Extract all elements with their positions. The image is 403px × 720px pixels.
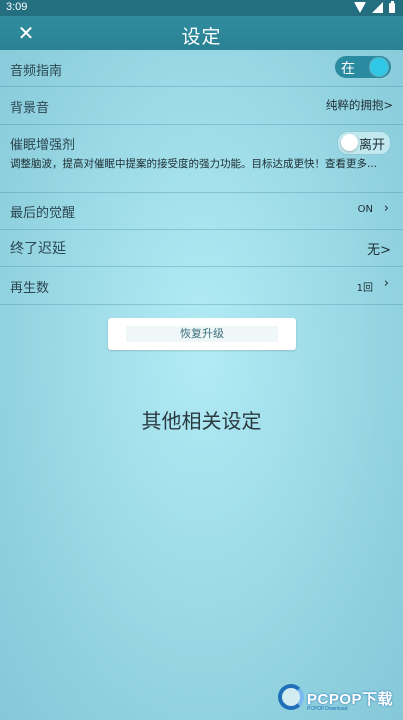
wifi-icon bbox=[354, 2, 366, 13]
other-settings-heading: 其他相关设定 bbox=[141, 409, 262, 433]
restore-upgrade-button[interactable]: 恢复升级 bbox=[108, 318, 296, 350]
toggle-knob bbox=[341, 134, 358, 151]
setting-end-delay[interactable]: 终了迟延 无> bbox=[0, 230, 403, 267]
hypnosis-enhancer-description[interactable]: 调整脑波，提高对催眠中提案的接受度的强力功能。目标达成更快！查看更多... bbox=[10, 156, 377, 171]
playback-count-label: 再生数 bbox=[10, 281, 50, 296]
page-title: 设定 bbox=[181, 26, 222, 48]
status-time: 3:09 bbox=[6, 1, 28, 13]
setting-last-awakening[interactable]: 最后的觉醒 ON › bbox=[0, 193, 403, 230]
app-bar: ✕ 设定 bbox=[0, 16, 403, 50]
audio-guide-label: 音频指南 bbox=[10, 64, 63, 79]
status-bar: 3:09 bbox=[0, 0, 403, 16]
hypnosis-enhancer-label: 催眠增强剂 bbox=[10, 138, 76, 153]
status-icons bbox=[354, 0, 395, 13]
background-sound-value: 纯粹的拥抱> bbox=[325, 98, 393, 112]
chevron-right-icon: › bbox=[383, 201, 389, 216]
last-awakening-label: 最后的觉醒 bbox=[10, 206, 76, 221]
signal-icon bbox=[372, 2, 383, 13]
pcpop-watermark: PCPOP下载 PCPOP.Download bbox=[278, 684, 402, 718]
hypnosis-enhancer-toggle[interactable]: 离开 bbox=[337, 131, 391, 155]
hypnosis-enhancer-toggle-label: 离开 bbox=[358, 138, 385, 153]
restore-upgrade-label: 恢复升级 bbox=[126, 326, 278, 342]
setting-audio-guide: 音频指南 在 bbox=[0, 50, 403, 87]
pcpop-logo-icon bbox=[278, 684, 304, 710]
end-delay-label: 终了迟延 bbox=[10, 241, 66, 257]
setting-hypnosis-enhancer: 催眠增强剂 离开 调整脑波，提高对催眠中提案的接受度的强力功能。目标达成更快！查… bbox=[0, 125, 403, 193]
watermark-sub: PCPOP.Download bbox=[307, 706, 348, 712]
playback-count-value: 1回 bbox=[356, 283, 373, 294]
audio-guide-toggle[interactable]: 在 bbox=[335, 56, 391, 78]
battery-icon bbox=[389, 0, 395, 13]
chevron-right-icon: › bbox=[383, 276, 389, 291]
background-sound-label: 背景音 bbox=[10, 101, 50, 116]
last-awakening-value: ON bbox=[357, 204, 373, 215]
setting-playback-count[interactable]: 再生数 1回 › bbox=[0, 267, 403, 305]
end-delay-value: 无> bbox=[367, 243, 391, 258]
audio-guide-toggle-label: 在 bbox=[341, 61, 355, 77]
setting-background-sound[interactable]: 背景音 纯粹的拥抱> bbox=[0, 87, 403, 125]
toggle-knob bbox=[370, 58, 388, 76]
